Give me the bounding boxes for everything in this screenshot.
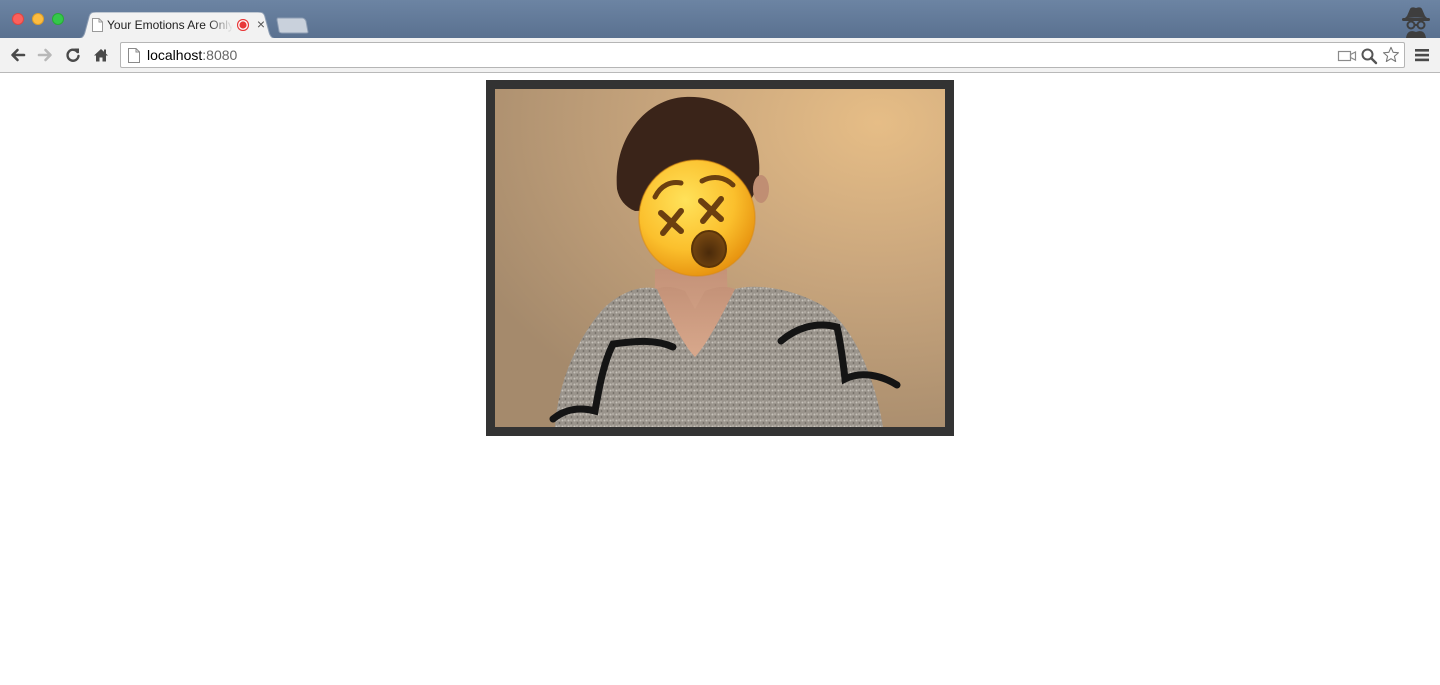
incognito-icon — [1402, 7, 1430, 38]
dizzy-face-emoji — [638, 159, 756, 277]
camera-icon[interactable] — [1337, 47, 1357, 65]
reload-icon — [66, 48, 80, 62]
webcam-video — [495, 89, 945, 427]
home-button[interactable] — [90, 44, 112, 66]
recording-dot-icon — [237, 19, 249, 31]
browser-tab-active[interactable]: Your Emotions Are Only Yours × — [76, 12, 278, 39]
home-icon — [94, 49, 108, 62]
ear — [753, 175, 769, 203]
browser-toolbar: localhost:8080 — [0, 38, 1440, 73]
forward-arrow-icon — [37, 48, 52, 62]
forward-button[interactable] — [34, 44, 56, 66]
url-port: :8080 — [202, 47, 238, 63]
zoom-icon[interactable] — [1360, 47, 1378, 65]
url-host: localhost — [147, 47, 203, 63]
webcam-scene — [495, 89, 945, 427]
tab-title: Your Emotions Are Only Yours — [107, 18, 233, 32]
back-arrow-icon — [11, 48, 26, 62]
back-button[interactable] — [7, 44, 29, 66]
reload-button[interactable] — [62, 44, 84, 66]
address-bar[interactable]: localhost:8080 — [120, 42, 1405, 68]
url-text[interactable]: localhost:8080 — [147, 47, 237, 63]
window-minimize-button[interactable] — [32, 13, 44, 25]
webcam-frame — [486, 80, 954, 436]
bookmark-star-icon[interactable] — [1381, 46, 1401, 64]
window-titlebar: Your Emotions Are Only Yours × — [0, 0, 1440, 39]
tab-close-button[interactable]: × — [254, 16, 268, 32]
hamburger-menu-icon[interactable] — [1412, 46, 1432, 64]
page-favicon-icon — [92, 18, 103, 32]
page-info-icon[interactable] — [128, 48, 140, 63]
window-close-button[interactable] — [12, 13, 24, 25]
window-maximize-button[interactable] — [52, 13, 64, 25]
new-tab-button[interactable] — [276, 17, 310, 34]
